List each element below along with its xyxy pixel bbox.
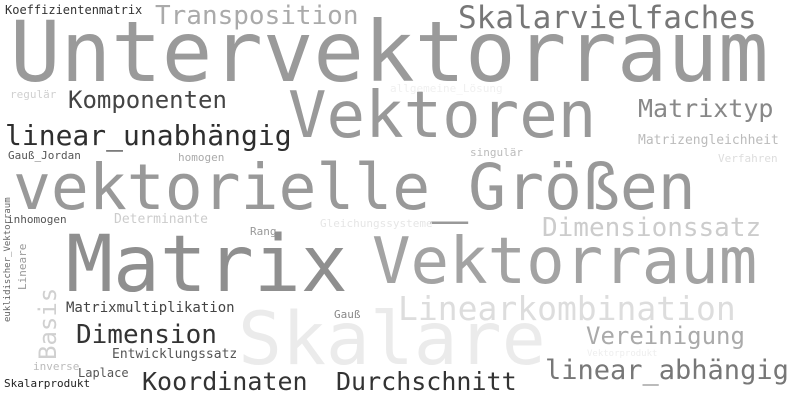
- word-matrix: Matrix: [66, 220, 348, 310]
- word-cloud: Koeffizientenmatrix Transposition Skalar…: [0, 0, 800, 400]
- word-vektorielle-groessen: vektorielle_Größen: [13, 151, 696, 224]
- word-matrixtyp: Matrixtyp: [638, 94, 774, 123]
- word-vektorraum: Vektorraum: [372, 225, 758, 299]
- word-linear-abhaengig: linear_abhängig: [545, 355, 789, 386]
- word-linear-unabhaengig: linear_unabhängig: [5, 119, 292, 152]
- word-inverse: inverse: [33, 360, 80, 373]
- word-verfahren: Verfahren: [718, 152, 778, 165]
- word-euklidischer-vektorraum: euklidischer_Vektorraum: [3, 197, 13, 322]
- word-dimension: Dimension: [76, 320, 217, 350]
- word-vektoren: Vektoren: [288, 79, 597, 153]
- word-skalare: Skalare: [238, 297, 546, 382]
- word-entwicklungssatz: Entwicklungssatz: [112, 347, 238, 362]
- word-inhomogen: inhomogen: [7, 213, 67, 226]
- word-matrixmultiplikation: Matrixmultiplikation: [66, 300, 235, 316]
- word-skalarprodukt: Skalarprodukt: [4, 377, 91, 390]
- word-komponenten: Komponenten: [68, 86, 227, 114]
- word-matrizengleichheit: Matrizengleichheit: [638, 133, 779, 148]
- word-vereinigung: Vereinigung: [586, 322, 745, 350]
- word-regulaer: regulär: [10, 88, 57, 101]
- word-durchschnitt: Durchschnitt: [336, 367, 517, 396]
- word-basis: Basis: [34, 287, 62, 360]
- word-koordinaten: Koordinaten: [142, 367, 308, 396]
- word-lineare: Lineare: [16, 243, 29, 290]
